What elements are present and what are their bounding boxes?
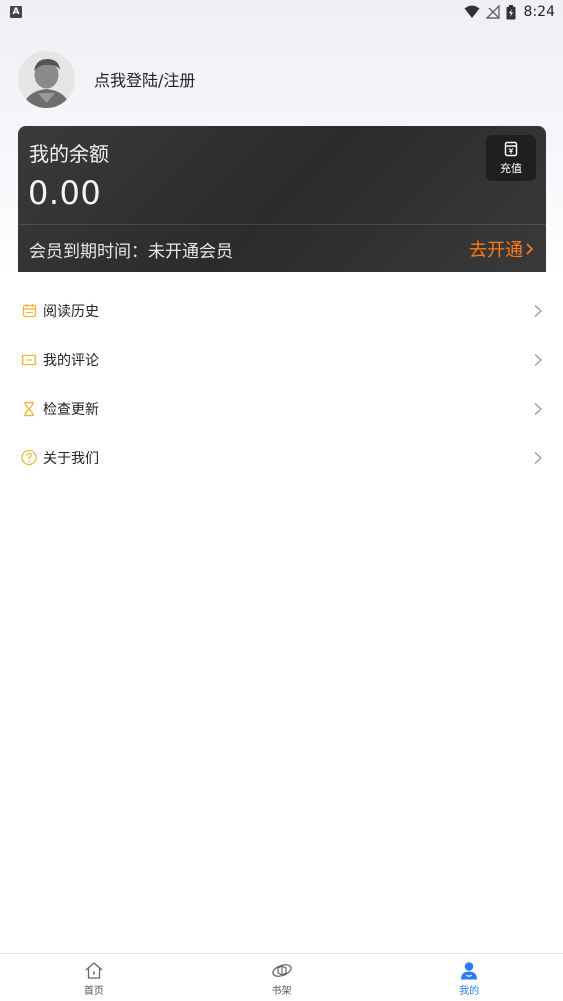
vip-expiry-text: 会员到期时间：未开通会员 [29,242,233,262]
battery-icon [506,4,516,19]
chevron-right-icon [534,353,542,366]
hourglass-icon [21,401,37,417]
chevron-right-icon [534,402,542,415]
menu-item-reading-history[interactable]: 阅读历史 [0,286,563,335]
calendar-icon [21,303,37,319]
bookshelf-icon [271,963,292,977]
ticket-icon [21,352,37,368]
nav-mine[interactable]: 我的 [375,954,563,1001]
card-divider [18,224,546,225]
default-avatar-icon [18,50,75,108]
bottom-nav: 首页 书架 我的 [0,953,563,1001]
login-register-link[interactable]: 点我登陆/注册 [94,67,195,91]
chevron-right-icon [534,304,542,317]
nav-bookshelf[interactable]: 书架 [188,954,376,1001]
avatar[interactable] [18,50,75,108]
menu-list: 阅读历史 我的评论 检查更新 关于我们 [0,286,563,482]
home-icon [85,961,103,979]
menu-label: 检查更新 [43,401,99,418]
user-icon [461,961,478,979]
menu-item-check-update[interactable]: 检查更新 [0,384,563,433]
balance-title: 我的余额 [29,142,109,166]
status-right: 8:24 [464,4,555,20]
chevron-right-icon [526,243,534,255]
nav-label: 书架 [271,985,292,997]
open-vip-label: 去开通 [469,240,523,261]
question-icon [21,449,37,466]
menu-label: 关于我们 [43,450,99,467]
status-bar: A 8:24 [0,0,563,24]
profile-row[interactable]: 点我登陆/注册 [18,50,195,108]
balance-card: 我的余额 0.00 充值 会员到期时间：未开通会员 去开通 [18,126,546,272]
menu-label: 我的评论 [43,352,99,369]
recharge-button[interactable]: 充值 [486,135,536,181]
menu-label: 阅读历史 [43,303,99,320]
status-left: A [10,6,22,18]
nav-home[interactable]: 首页 [0,954,188,1001]
wifi-icon [464,5,480,18]
status-time: 8:24 [523,4,555,20]
no-signal-icon [485,5,500,19]
nav-label: 我的 [459,985,480,997]
recharge-label: 充值 [500,161,522,175]
nav-label: 首页 [83,985,104,997]
menu-item-about-us[interactable]: 关于我们 [0,433,563,482]
menu-item-my-comments[interactable]: 我的评论 [0,335,563,384]
balance-amount: 0.00 [28,174,102,212]
notification-a-icon: A [10,6,22,18]
open-vip-button[interactable]: 去开通 [469,236,534,262]
wallet-icon [504,141,518,156]
chevron-right-icon [534,451,542,464]
